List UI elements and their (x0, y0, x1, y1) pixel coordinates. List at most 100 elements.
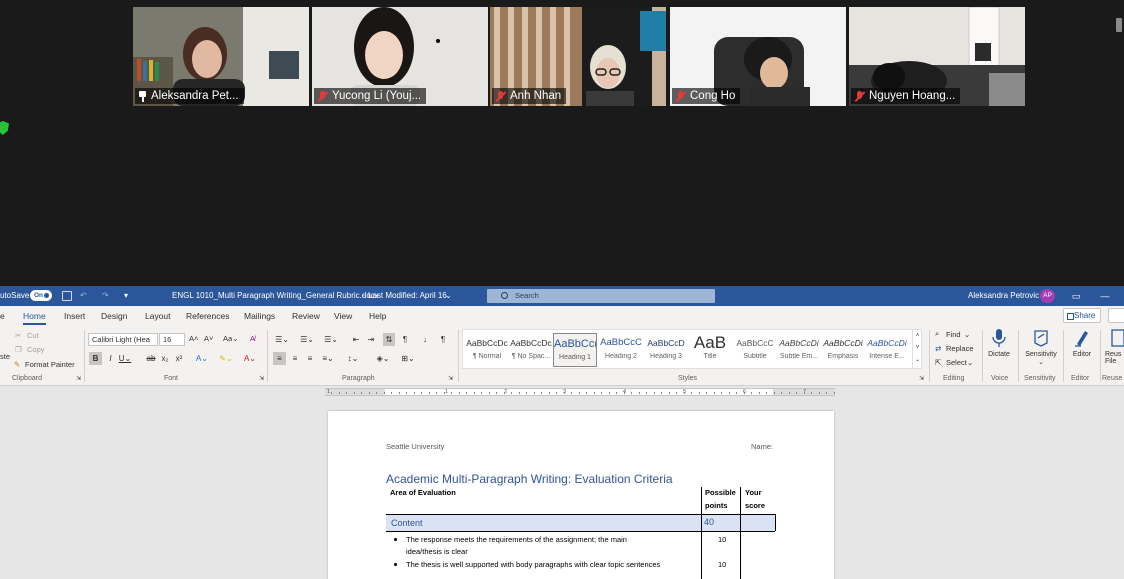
align-left-icon[interactable]: ≡ (273, 352, 286, 365)
dictate-button[interactable]: Dictate (985, 328, 1013, 358)
superscript-button[interactable]: x² (174, 352, 184, 365)
tab-view[interactable]: View (334, 306, 352, 326)
ruler-tick (503, 392, 505, 394)
justify-icon[interactable]: ≡⌄ (319, 352, 337, 365)
horizontal-ruler[interactable]: 1 1 2 3 4 5 6 7 (325, 388, 835, 396)
replace-button[interactable]: Replace (946, 344, 974, 353)
minimize-icon[interactable]: — (1095, 286, 1115, 306)
ribbon-display-options-icon[interactable]: ▭ (1066, 286, 1086, 306)
clear-formatting-icon[interactable]: A̸ (250, 334, 255, 343)
style-heading-2[interactable]: AaBbCcC Heading 2 (599, 333, 643, 367)
dialog-launcher-icon[interactable]: ⇲ (919, 375, 924, 382)
tab-help[interactable]: Help (369, 306, 386, 326)
highlight-icon[interactable]: ✎⌄ (216, 352, 236, 365)
show-formatting-icon[interactable]: ¶ (437, 333, 449, 346)
tab-references[interactable]: References (186, 306, 229, 326)
align-center-icon[interactable]: ≡ (289, 352, 301, 365)
strikethrough-button[interactable]: ab (145, 352, 157, 365)
font-size-select[interactable]: 16 (159, 333, 185, 346)
chevron-down-icon[interactable]: ⌄ (964, 330, 970, 339)
tab-file[interactable]: e (0, 306, 5, 326)
participant-tile-2[interactable]: Yucong Li (Youj... (312, 7, 488, 106)
participant-tile-4[interactable]: Cong Ho (670, 7, 846, 106)
share-button[interactable]: Share (1063, 308, 1101, 323)
copy-button[interactable]: Copy (27, 345, 45, 354)
font-family-select[interactable]: Calibri Light (Hea (88, 333, 158, 346)
sort-icon[interactable]: ↓ (418, 333, 432, 346)
reuse-files-button[interactable]: Reus File (1105, 328, 1124, 365)
tab-design[interactable]: Design (101, 306, 127, 326)
tab-review[interactable]: Review (292, 306, 320, 326)
sensitivity-button[interactable]: Sensitivity ⌄ (1021, 328, 1061, 366)
bullets-icon[interactable]: ☰⌄ (272, 333, 292, 346)
grow-font-icon[interactable]: A˄ (189, 334, 198, 343)
italic-button[interactable]: I (105, 352, 116, 365)
style-heading-3[interactable]: AaBbCcD Heading 3 (644, 333, 688, 367)
font-color-icon[interactable]: A⌄ (240, 352, 260, 365)
style-normal[interactable]: AaBbCcDc ¶ Normal (465, 333, 509, 367)
align-right-icon[interactable]: ≡ (304, 352, 316, 365)
style-subtle-emphasis[interactable]: AaBbCcDi Subtle Em... (777, 333, 821, 367)
dialog-launcher-icon[interactable]: ⇲ (448, 375, 453, 382)
security-shield-icon[interactable] (0, 121, 9, 135)
paste-button[interactable]: ste (0, 352, 10, 361)
text-direction-icon[interactable]: ⇅ (383, 333, 395, 346)
borders-icon[interactable]: ⊞⌄ (398, 352, 418, 365)
change-case-icon[interactable]: Aa⌄ (223, 334, 238, 343)
comments-button[interactable] (1108, 308, 1124, 323)
cut-button[interactable]: Cut (27, 331, 39, 340)
ruler-tick (758, 392, 760, 394)
style-intense-emphasis[interactable]: AaBbCcDi Intense E... (865, 333, 909, 367)
undo-icon[interactable]: ↶ (80, 286, 87, 306)
cut-icon[interactable]: ✂ (15, 331, 21, 340)
style-subtitle[interactable]: AaBbCcC Subtitle (733, 333, 777, 367)
style-emphasis[interactable]: AaBbCcDi Emphasis (821, 333, 865, 367)
style-no-spacing[interactable]: AaBbCcDc ¶ No Spac... (509, 333, 553, 367)
underline-button[interactable]: U⌄ (118, 352, 132, 365)
shading-icon[interactable]: ◈⌄ (373, 352, 393, 365)
find-icon[interactable]: ⌕ (935, 329, 939, 339)
dialog-launcher-icon[interactable]: ⇲ (259, 375, 264, 382)
style-heading-1[interactable]: AaBbCc(Heading 1 (553, 333, 597, 367)
search-box[interactable]: Search (487, 289, 715, 303)
format-painter-button[interactable]: Format Painter (25, 360, 75, 369)
tab-home[interactable]: Home (23, 306, 46, 326)
editor-button[interactable]: Editor (1067, 328, 1097, 358)
customize-toolbar-icon[interactable]: ▾ (124, 286, 128, 306)
styles-scroll-icon[interactable]: ˄ ˅ ⌄ (912, 330, 922, 368)
avatar[interactable]: AP (1040, 289, 1055, 303)
dialog-launcher-icon[interactable]: ⇲ (76, 375, 81, 382)
subscript-button[interactable]: x₂ (160, 352, 170, 365)
participant-tile-3[interactable]: Anh Nhan (490, 7, 666, 106)
gallery-view-icon[interactable] (1116, 18, 1122, 32)
ruler-tick (331, 392, 332, 394)
text-effects-icon[interactable]: A⌄ (193, 352, 211, 365)
select-button[interactable]: Select (946, 358, 967, 367)
find-button[interactable]: Find (946, 330, 961, 339)
paragraph-direction-icon[interactable]: ¶ (399, 333, 411, 346)
multilevel-list-icon[interactable]: ☰⌄ (321, 333, 341, 346)
select-icon[interactable]: ⇱ (935, 358, 941, 367)
autosave-toggle[interactable]: On (30, 290, 52, 301)
chevron-down-icon[interactable]: ⌄ (445, 286, 452, 306)
line-spacing-icon[interactable]: ↕⌄ (343, 352, 363, 365)
numbering-icon[interactable]: ☰⌄ (297, 333, 317, 346)
format-painter-icon[interactable]: ✎ (14, 360, 20, 369)
decrease-indent-icon[interactable]: ⇤ (350, 333, 362, 346)
last-modified[interactable]: Last Modified: April 16 (368, 286, 447, 306)
save-icon[interactable] (62, 291, 72, 301)
bold-button[interactable]: B (89, 352, 102, 365)
replace-icon[interactable]: ⇄ (935, 344, 941, 353)
participant-tile-1[interactable]: Aleksandra Pet... (133, 7, 309, 106)
copy-icon[interactable]: ❐ (15, 345, 22, 354)
redo-icon[interactable]: ↷ (102, 286, 109, 306)
shrink-font-icon[interactable]: A˅ (204, 334, 213, 343)
tab-mailings[interactable]: Mailings (244, 306, 275, 326)
participant-tile-5[interactable]: Nguyen Hoang... (849, 7, 1025, 106)
chevron-down-icon[interactable]: ⌄ (967, 358, 973, 367)
document-page[interactable]: Seattle University Name: Academic Multi-… (328, 411, 834, 579)
increase-indent-icon[interactable]: ⇥ (365, 333, 377, 346)
style-title[interactable]: AaB Title (688, 333, 732, 367)
tab-insert[interactable]: Insert (64, 306, 85, 326)
tab-layout[interactable]: Layout (145, 306, 171, 326)
